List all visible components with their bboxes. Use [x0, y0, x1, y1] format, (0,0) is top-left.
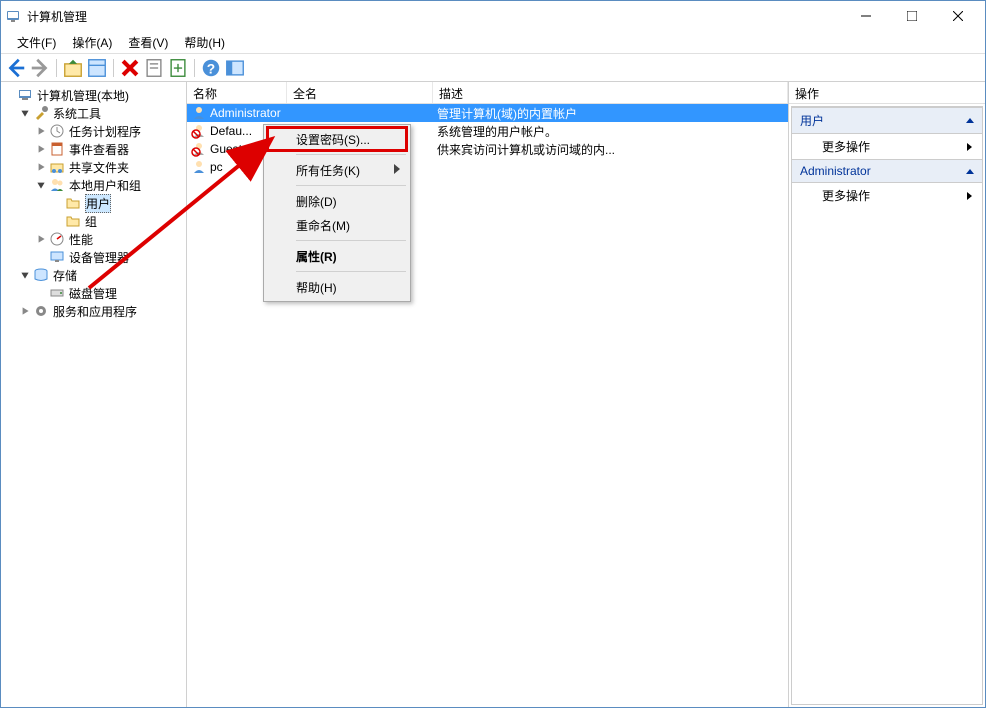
- cell-desc: 系统管理的用户帐户。: [433, 122, 788, 141]
- user-icon: [191, 159, 207, 175]
- folder-icon: [65, 195, 81, 211]
- menubar: 文件(F) 操作(A) 查看(V) 帮助(H): [1, 31, 985, 54]
- ctx-separator: [296, 185, 406, 186]
- context-menu: 设置密码(S)... 所有任务(K) 删除(D) 重命名(M) 属性(R) 帮助…: [263, 124, 411, 302]
- ctx-set-password[interactable]: 设置密码(S)...: [266, 127, 408, 151]
- ctx-all-tasks[interactable]: 所有任务(K): [266, 158, 408, 182]
- tree-root[interactable]: 计算机管理(本地): [3, 86, 184, 104]
- clock-icon: [49, 123, 65, 139]
- ctx-properties[interactable]: 属性(R): [266, 244, 408, 268]
- cell-name: Administrator: [187, 104, 287, 122]
- chevron-right-icon: [967, 192, 972, 200]
- tree-disk-mgmt[interactable]: 磁盘管理: [35, 284, 184, 302]
- tools-icon: [33, 105, 49, 121]
- chevron-down-icon[interactable]: [19, 269, 31, 281]
- close-button[interactable]: [935, 1, 981, 31]
- chevron-right-icon: [394, 163, 400, 177]
- tree-panel[interactable]: 计算机管理(本地) 系统工具 任务计划程序 事件查看器: [1, 82, 187, 707]
- ctx-rename[interactable]: 重命名(M): [266, 213, 408, 237]
- gear-icon: [33, 303, 49, 319]
- tree-device-mgr[interactable]: 设备管理器: [35, 248, 184, 266]
- cell-fullname: [287, 112, 433, 114]
- computer-icon: [17, 87, 33, 103]
- help-button[interactable]: ?: [200, 57, 222, 79]
- menu-help[interactable]: 帮助(H): [176, 31, 233, 54]
- tree-performance[interactable]: 性能: [35, 230, 184, 248]
- chevron-right-icon[interactable]: [35, 125, 47, 137]
- chevron-down-icon[interactable]: [19, 107, 31, 119]
- show-hide-button[interactable]: [224, 57, 246, 79]
- tree-users[interactable]: 用户: [51, 194, 184, 212]
- ctx-separator: [296, 154, 406, 155]
- cell-desc: 管理计算机(域)的内置帐户: [433, 104, 788, 123]
- ctx-delete[interactable]: 删除(D): [266, 189, 408, 213]
- action-more-admin[interactable]: 更多操作: [792, 183, 982, 208]
- col-header-name[interactable]: 名称: [187, 82, 287, 103]
- folder-icon: [65, 213, 81, 229]
- ctx-separator: [296, 240, 406, 241]
- chevron-down-icon[interactable]: [35, 179, 47, 191]
- user-icon: [191, 123, 207, 139]
- minimize-button[interactable]: [843, 1, 889, 31]
- toolbar-separator: [56, 59, 57, 77]
- user-icon: [191, 105, 207, 121]
- chevron-right-icon[interactable]: [35, 161, 47, 173]
- toolbar-separator: [113, 59, 114, 77]
- tree-event-viewer[interactable]: 事件查看器: [35, 140, 184, 158]
- tree-groups[interactable]: 组: [51, 212, 184, 230]
- ctx-help[interactable]: 帮助(H): [266, 275, 408, 299]
- refresh-button[interactable]: [143, 57, 165, 79]
- shared-folder-icon: [49, 159, 65, 175]
- users-icon: [49, 177, 65, 193]
- action-section-admin[interactable]: Administrator: [792, 159, 982, 183]
- cell-desc: 供来宾访问计算机或访问域的内...: [433, 140, 788, 159]
- tree-system-tools[interactable]: 系统工具: [19, 104, 184, 122]
- up-button[interactable]: [62, 57, 84, 79]
- col-header-desc[interactable]: 描述: [433, 82, 788, 103]
- chevron-right-icon: [967, 143, 972, 151]
- device-icon: [49, 249, 65, 265]
- storage-icon: [33, 267, 49, 283]
- action-header: 操作: [789, 82, 985, 104]
- toolbar-separator: [194, 59, 195, 77]
- ctx-separator: [296, 271, 406, 272]
- properties-button[interactable]: [86, 57, 108, 79]
- back-button[interactable]: [5, 57, 27, 79]
- menu-view[interactable]: 查看(V): [120, 31, 176, 54]
- app-icon: [5, 8, 21, 24]
- action-section-users[interactable]: 用户: [792, 107, 982, 134]
- maximize-button[interactable]: [889, 1, 935, 31]
- menu-action[interactable]: 操作(A): [64, 31, 120, 54]
- tree-shared-folders[interactable]: 共享文件夹: [35, 158, 184, 176]
- chevron-right-icon[interactable]: [35, 233, 47, 245]
- cell-desc: [433, 166, 788, 168]
- action-more-users[interactable]: 更多操作: [792, 134, 982, 159]
- forward-button[interactable]: [29, 57, 51, 79]
- tree-label: 计算机管理(本地): [37, 87, 129, 104]
- event-icon: [49, 141, 65, 157]
- window-title: 计算机管理: [27, 8, 843, 25]
- export-button[interactable]: [167, 57, 189, 79]
- collapse-icon: [966, 118, 974, 123]
- chevron-right-icon[interactable]: [35, 143, 47, 155]
- col-header-fullname[interactable]: 全名: [287, 82, 433, 103]
- toolbar: ?: [1, 54, 985, 82]
- user-icon: [191, 141, 207, 157]
- tree-task-scheduler[interactable]: 任务计划程序: [35, 122, 184, 140]
- action-panel: 操作 用户 更多操作 Administrator 更多操作: [789, 82, 985, 707]
- tree-local-users[interactable]: 本地用户和组: [35, 176, 184, 194]
- tree-services-apps[interactable]: 服务和应用程序: [19, 302, 184, 320]
- performance-icon: [49, 231, 65, 247]
- list-header: 名称 全名 描述: [187, 82, 788, 104]
- list-row[interactable]: Administrator 管理计算机(域)的内置帐户: [187, 104, 788, 122]
- chevron-right-icon[interactable]: [19, 305, 31, 317]
- menu-file[interactable]: 文件(F): [9, 31, 64, 54]
- titlebar: 计算机管理: [1, 1, 985, 31]
- collapse-icon: [966, 169, 974, 174]
- svg-text:?: ?: [207, 61, 215, 76]
- delete-button[interactable]: [119, 57, 141, 79]
- tree-storage[interactable]: 存储: [19, 266, 184, 284]
- disk-icon: [49, 285, 65, 301]
